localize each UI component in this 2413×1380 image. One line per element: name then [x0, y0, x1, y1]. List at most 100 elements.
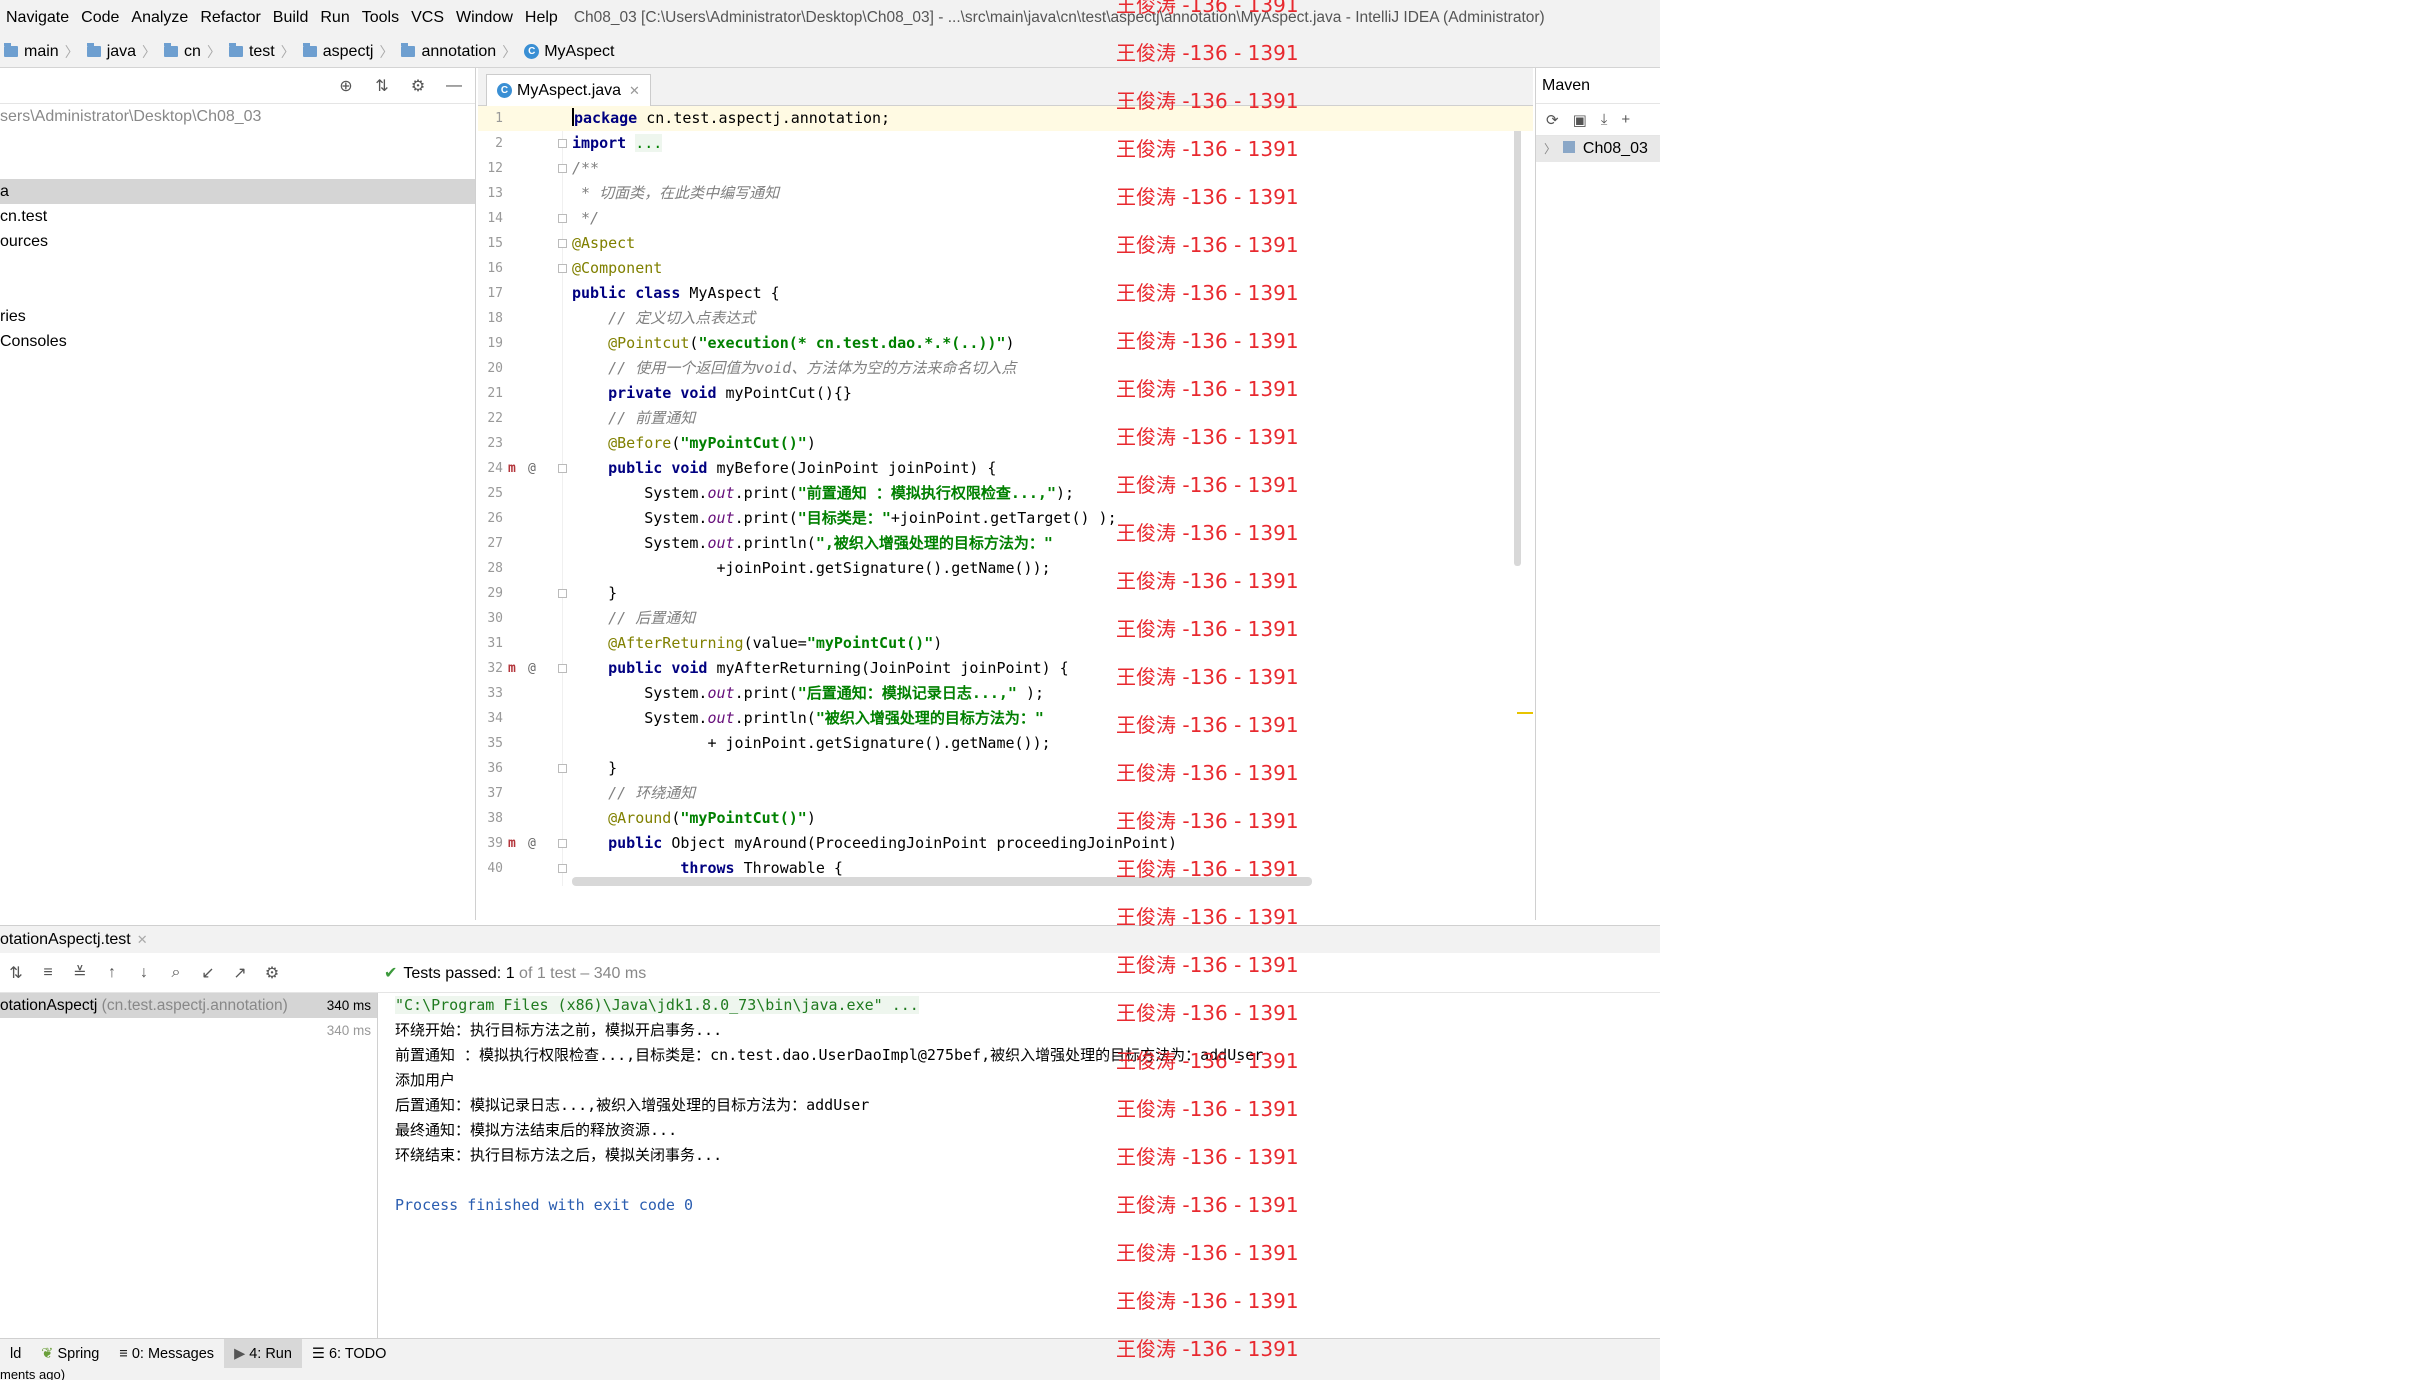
- menu-tools[interactable]: Tools: [356, 9, 405, 27]
- locate-icon[interactable]: ⊕: [335, 76, 357, 96]
- line-number[interactable]: 27: [478, 531, 503, 556]
- crumb-java[interactable]: java 〉: [83, 42, 160, 62]
- menu-navigate[interactable]: Navigate: [0, 9, 75, 27]
- fold-marker-icon[interactable]: [558, 214, 567, 223]
- gear-icon[interactable]: ⚙: [407, 76, 429, 96]
- tab-run[interactable]: ▶ 4: Run: [224, 1338, 302, 1369]
- search-icon[interactable]: ⌕: [160, 964, 192, 982]
- line-number[interactable]: 21: [478, 381, 503, 406]
- tree-row[interactable]: Consoles: [0, 329, 475, 354]
- line-number[interactable]: 12: [478, 156, 503, 181]
- line-number[interactable]: 19: [478, 331, 503, 356]
- line-number[interactable]: 22: [478, 406, 503, 431]
- advice-gutter-icon[interactable]: m: [508, 831, 516, 856]
- test-row[interactable]: otationAspectj (cn.test.aspectj.annotati…: [0, 993, 377, 1018]
- tree-row[interactable]: cn.test: [0, 204, 475, 229]
- collapse-all-icon[interactable]: ≚: [64, 963, 96, 983]
- fold-marker-icon[interactable]: [558, 839, 567, 848]
- down-icon[interactable]: ↓: [128, 964, 160, 982]
- plus-icon[interactable]: +: [1621, 111, 1630, 128]
- line-number[interactable]: 15: [478, 231, 503, 256]
- test-row[interactable]: 340 ms: [0, 1018, 377, 1043]
- line-number[interactable]: 25: [478, 481, 503, 506]
- code-line[interactable]: 16 @Component: [478, 256, 1533, 281]
- line-number[interactable]: 20: [478, 356, 503, 381]
- collapse-all-icon[interactable]: ⇅: [371, 76, 393, 96]
- console-output[interactable]: "C:\Program Files (x86)\Java\jdk1.8.0_73…: [395, 993, 1660, 1338]
- up-icon[interactable]: ↑: [96, 964, 128, 982]
- tree-row[interactable]: [0, 279, 475, 304]
- maven-project-row[interactable]: 〉 Ch08_03: [1536, 136, 1660, 162]
- fold-marker-icon[interactable]: [558, 164, 567, 173]
- code-line[interactable]: 39 m @ public Object myAround(ProceedingJo…: [478, 831, 1533, 856]
- fold-marker-icon[interactable]: [558, 239, 567, 248]
- fold-marker-icon[interactable]: [558, 464, 567, 473]
- advice-gutter-icon[interactable]: m: [508, 456, 516, 481]
- menu-build[interactable]: Build: [267, 9, 315, 27]
- line-number[interactable]: 26: [478, 506, 503, 531]
- download-icon[interactable]: ⤓: [1601, 111, 1608, 128]
- tree-row[interactable]: [0, 129, 475, 154]
- line-number[interactable]: 28: [478, 556, 503, 581]
- folder-add-icon[interactable]: ▣: [1573, 111, 1587, 129]
- advice-gutter-icon[interactable]: m: [508, 656, 516, 681]
- line-number[interactable]: 32: [478, 656, 503, 681]
- tab-myaspect-java[interactable]: C MyAspect.java ✕: [486, 74, 651, 106]
- tree-row[interactable]: ries: [0, 304, 475, 329]
- fold-marker-icon[interactable]: [558, 589, 567, 598]
- crumb-annotation[interactable]: annotation 〉: [397, 42, 520, 62]
- menu-refactor[interactable]: Refactor: [194, 9, 266, 27]
- line-number[interactable]: 16: [478, 256, 503, 281]
- menu-window[interactable]: Window: [450, 9, 519, 27]
- chevron-right-icon[interactable]: 〉: [1544, 142, 1556, 156]
- line-number[interactable]: 23: [478, 431, 503, 456]
- crumb-cn[interactable]: cn 〉: [160, 42, 225, 62]
- fold-marker-icon[interactable]: [558, 864, 567, 873]
- menu-analyze[interactable]: Analyze: [125, 9, 194, 27]
- line-number[interactable]: 40: [478, 856, 503, 881]
- export-icon[interactable]: ↗: [224, 963, 256, 983]
- line-number[interactable]: 33: [478, 681, 503, 706]
- sort-icon[interactable]: ⇅: [0, 963, 32, 983]
- line-number[interactable]: 18: [478, 306, 503, 331]
- gear-icon[interactable]: ⚙: [256, 963, 288, 983]
- import-icon[interactable]: ↙: [192, 963, 224, 983]
- line-number[interactable]: 1: [478, 106, 503, 131]
- line-number[interactable]: 14: [478, 206, 503, 231]
- menu-run[interactable]: Run: [314, 9, 355, 27]
- annotation-gutter-icon[interactable]: @: [528, 656, 536, 681]
- fold-marker-icon[interactable]: [558, 139, 567, 148]
- line-number[interactable]: 30: [478, 606, 503, 631]
- project-root-path[interactable]: sers\Administrator\Desktop\Ch08_03: [0, 104, 475, 129]
- menu-code[interactable]: Code: [75, 9, 125, 27]
- line-number[interactable]: 17: [478, 281, 503, 306]
- line-number[interactable]: 24: [478, 456, 503, 481]
- tree-row-selected[interactable]: a: [0, 179, 475, 204]
- fold-marker-icon[interactable]: [558, 764, 567, 773]
- tab-messages[interactable]: ≡ 0: Messages: [109, 1339, 224, 1369]
- expand-all-icon[interactable]: ≡: [32, 964, 64, 982]
- line-number[interactable]: 34: [478, 706, 503, 731]
- tree-row[interactable]: [0, 154, 475, 179]
- annotation-gutter-icon[interactable]: @: [528, 831, 536, 856]
- run-config-label[interactable]: otationAspectj.test: [0, 931, 131, 948]
- tab-spring[interactable]: ❦ Spring: [31, 1339, 109, 1369]
- line-number[interactable]: 2: [478, 131, 503, 156]
- tree-row[interactable]: ources: [0, 229, 475, 254]
- menu-vcs[interactable]: VCS: [405, 9, 450, 27]
- fold-marker-icon[interactable]: [558, 264, 567, 273]
- line-number[interactable]: 29: [478, 581, 503, 606]
- line-number[interactable]: 36: [478, 756, 503, 781]
- crumb-aspectj[interactable]: aspectj 〉: [299, 42, 398, 62]
- tab-build[interactable]: ld: [0, 1339, 31, 1369]
- close-icon[interactable]: ✕: [137, 932, 148, 947]
- refresh-icon[interactable]: ⟳: [1546, 111, 1559, 129]
- line-number[interactable]: 35: [478, 731, 503, 756]
- line-number[interactable]: 13: [478, 181, 503, 206]
- tree-row[interactable]: [0, 254, 475, 279]
- line-number[interactable]: 39: [478, 831, 503, 856]
- crumb-test[interactable]: test 〉: [225, 42, 299, 62]
- menu-help[interactable]: Help: [519, 9, 564, 27]
- line-number[interactable]: 31: [478, 631, 503, 656]
- crumb-main[interactable]: main 〉: [0, 42, 83, 62]
